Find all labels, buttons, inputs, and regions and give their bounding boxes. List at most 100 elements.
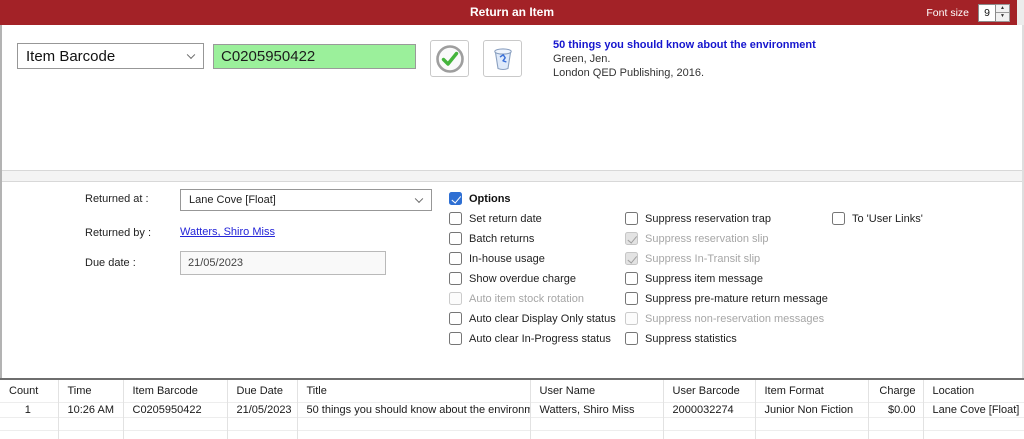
font-size-down-button[interactable]: ▼ [996,13,1010,22]
option-checkbox[interactable]: Auto clear Display Only status [449,312,616,325]
table-row[interactable]: 1 10:26 AM C0205950422 21/05/2023 50 things … [0,402,1024,418]
table-cell [755,430,869,439]
table-cell [663,417,756,431]
window-left-border [0,25,2,439]
table-cell [227,430,298,439]
column-header[interactable]: Item Format [755,380,869,403]
font-size-control: Font size 9 ▲ ▼ [926,3,1010,22]
column-header[interactable]: Item Barcode [123,380,228,403]
column-header[interactable]: Count [0,380,59,403]
checkbox-label: Show overdue charge [469,272,577,285]
returned-at-label: Returned at : [85,193,149,205]
option-checkbox[interactable]: Suppress reservation trap [625,212,828,225]
option-checkbox: Suppress In-Transit slip [625,252,828,265]
table-header-row: Count Time Item Barcode Due Date Title User N… [0,380,1024,403]
table-cell [58,417,124,431]
option-checkbox: Auto item stock rotation [449,292,616,305]
checkbox [625,272,638,285]
table-cell: 10:26 AM [58,402,124,418]
green-check-circle-icon [435,44,464,73]
option-checkbox[interactable]: Show overdue charge [449,272,616,285]
checkbox [625,332,638,345]
table-cell [923,417,1024,431]
returned-at-select[interactable]: Lane Cove [Float] [180,189,432,211]
checkbox-label: Set return date [469,212,542,225]
accept-button[interactable] [430,40,469,77]
item-barcode-input[interactable] [213,44,416,69]
font-size-up-button[interactable]: ▲ [996,3,1010,13]
item-title: 50 things you should know about the envi… [553,39,816,51]
checkbox [449,312,462,325]
checkbox-label: Auto clear Display Only status [469,312,616,325]
table-cell: Watters, Shiro Miss [530,402,664,418]
option-checkbox[interactable]: Auto clear In-Progress status [449,332,616,345]
table-cell [923,430,1024,439]
table-cell: $0.00 [868,402,924,418]
column-header[interactable]: Due Date [227,380,298,403]
table-cell [755,417,869,431]
barcode-type-value: Item Barcode [26,47,116,65]
checkbox-label: In-house usage [469,252,545,265]
checkbox-label: Suppress pre-mature return message [645,292,828,305]
option-checkbox[interactable]: Batch returns [449,232,616,245]
column-header[interactable]: User Name [530,380,664,403]
table-cell: 1 [0,402,59,418]
column-header[interactable]: Title [297,380,531,403]
option-checkbox[interactable]: Suppress statistics [625,332,828,345]
table-cell: 50 things you should know about the envi… [297,402,531,418]
options-column-1: Set return date Batch returns In-house usa… [449,212,616,345]
table-empty-row [0,417,1024,431]
due-date-field[interactable] [180,251,386,275]
checkbox-label: Batch returns [469,232,535,245]
checkbox [625,312,638,325]
font-size-label: Font size [926,6,969,19]
table-cell [123,417,228,431]
column-header[interactable]: Time [58,380,124,403]
option-checkbox[interactable]: Suppress pre-mature return message [625,292,828,305]
option-checkbox[interactable]: Suppress item message [625,272,828,285]
checkbox [449,252,462,265]
column-header[interactable]: Charge [868,380,924,403]
checkbox [449,192,462,205]
table-cell: C0205950422 [123,402,228,418]
barcode-type-select[interactable]: Item Barcode [17,43,204,69]
table-empty-row [0,430,1024,439]
font-size-value[interactable]: 9 [978,3,996,22]
checkbox [832,212,845,225]
option-checkbox: Suppress non-reservation messages [625,312,828,325]
item-publication: London QED Publishing, 2016. [553,67,705,79]
recycle-bin-icon [493,48,512,71]
options-checkbox[interactable]: Options [449,192,511,205]
column-header[interactable]: Location [923,380,1024,403]
table-cell [227,417,298,431]
checkbox-label: Suppress reservation slip [645,232,769,245]
table-cell: Junior Non Fiction [755,402,869,418]
option-checkbox: Suppress reservation slip [625,232,828,245]
checkbox [449,212,462,225]
checkbox-label: Auto clear In-Progress status [469,332,611,345]
returned-by-label: Returned by : [85,227,152,239]
checkbox [625,212,638,225]
checkbox [625,292,638,305]
option-checkbox[interactable]: In-house usage [449,252,616,265]
checkbox-label: Suppress statistics [645,332,737,345]
table-cell: 2000032274 [663,402,756,418]
checkbox-label: Suppress reservation trap [645,212,771,225]
table-cell [868,430,924,439]
window-title: Return an Item [469,5,554,19]
option-checkbox[interactable]: Set return date [449,212,616,225]
options-column-3: To 'User Links' [832,212,923,225]
table-cell [297,417,531,431]
column-header[interactable]: User Barcode [663,380,756,403]
font-size-spinner: 9 ▲ ▼ [978,3,1010,22]
checkbox [625,252,638,265]
checkbox [449,292,462,305]
chevron-down-icon [186,50,196,60]
clear-button[interactable] [483,40,522,77]
table-cell [0,430,59,439]
option-checkbox[interactable]: To 'User Links' [832,212,923,225]
options-column-2: Suppress reservation trap Suppress reserv… [625,212,828,345]
checkbox-label: Suppress In-Transit slip [645,252,761,265]
checkbox [449,272,462,285]
returned-by-link[interactable]: Watters, Shiro Miss [180,226,275,238]
